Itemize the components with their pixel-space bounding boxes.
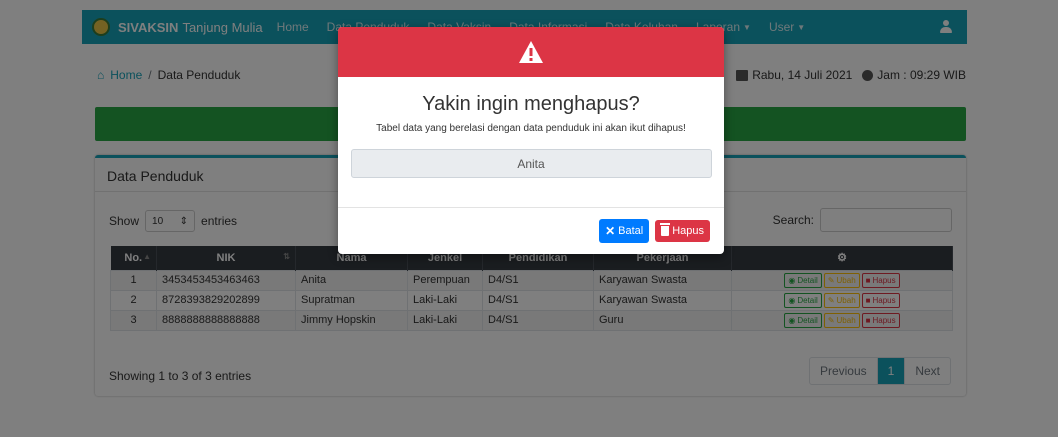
- warning-triangle-icon: [518, 40, 544, 64]
- confirm-delete-button[interactable]: Hapus: [655, 220, 710, 242]
- modal-title: Yakin ingin menghapus?: [422, 93, 640, 115]
- cancel-button[interactable]: ✕ Batal: [599, 219, 650, 243]
- selected-name-field: Anita: [350, 149, 712, 178]
- modal-footer: ✕ Batal Hapus: [338, 207, 724, 254]
- modal-description: Tabel data yang berelasi dengan data pen…: [376, 123, 686, 134]
- trash-icon: [660, 223, 671, 236]
- confirm-label: Hapus: [672, 225, 704, 237]
- close-icon: ✕: [605, 224, 616, 238]
- delete-confirm-modal: Yakin ingin menghapus? Tabel data yang b…: [338, 27, 724, 254]
- cancel-label: Batal: [618, 225, 644, 237]
- modal-body: Yakin ingin menghapus? Tabel data yang b…: [338, 93, 724, 178]
- modal-header: [338, 27, 724, 77]
